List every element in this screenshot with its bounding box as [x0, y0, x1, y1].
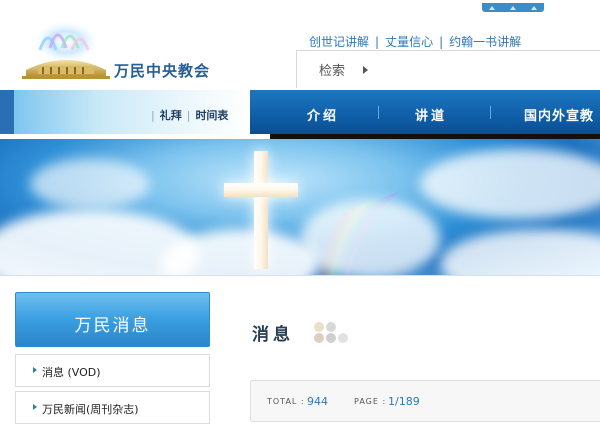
main-nav: | 礼拜 | 时间表 介绍 讲道 国内外宣教: [0, 90, 600, 134]
nav-sub-separator: |: [151, 109, 155, 122]
link-separator: |: [439, 35, 444, 49]
title-dots-decoration: [312, 320, 352, 344]
tab-arrow-icon[interactable]: [489, 5, 496, 10]
chevron-right-icon: [33, 404, 37, 410]
cross-icon: [224, 183, 298, 197]
top-tab-strip[interactable]: [482, 3, 544, 12]
search-box[interactable]: 检索: [296, 50, 600, 88]
total-count: 944: [307, 395, 328, 408]
search-arrow-icon[interactable]: [363, 66, 368, 74]
top-link-measure-faith[interactable]: 丈量信心: [385, 35, 433, 49]
tab-arrow-icon[interactable]: [530, 5, 537, 10]
banner-divider: [0, 275, 600, 276]
hero-banner: [0, 139, 600, 275]
nav-divider: [378, 106, 379, 119]
cross-icon: [254, 151, 268, 269]
sidebar-title-text: 万民消息: [74, 316, 151, 336]
page-label: PAGE :: [354, 397, 387, 406]
nav-sub-schedule[interactable]: 时间表: [195, 109, 228, 122]
sidebar-item-news[interactable]: 万民新闻(周刊杂志): [15, 391, 210, 424]
nav-divider: [490, 106, 491, 119]
top-link-1john[interactable]: 约翰一书讲解: [449, 35, 521, 49]
church-logo-icon: [22, 20, 110, 79]
nav-sub-links: | 礼拜 | 时间表: [146, 107, 228, 123]
top-links: 创世记讲解 | 丈量信心 | 约翰一书讲解: [309, 33, 521, 50]
search-label[interactable]: 检索: [319, 60, 345, 79]
top-link-genesis[interactable]: 创世记讲解: [309, 35, 369, 49]
nav-sub-separator: |: [186, 109, 191, 122]
tab-arrow-icon[interactable]: [509, 5, 516, 10]
link-separator: |: [375, 35, 380, 49]
church-name: 万民中央教会: [114, 62, 211, 80]
cloud: [300, 199, 440, 275]
sidebar-title: 万民消息: [15, 292, 210, 347]
total-label: TOTAL :: [267, 397, 305, 406]
list-summary-bar: TOTAL : 944 PAGE : 1/189: [250, 380, 600, 422]
chevron-right-icon: [33, 367, 37, 373]
nav-item-sermon[interactable]: 讲道: [415, 105, 447, 124]
page-title: 消息: [252, 325, 294, 345]
sidebar-item-vod[interactable]: 消息 (VOD): [15, 354, 210, 387]
logo[interactable]: 万民中央教会: [14, 20, 234, 82]
nav-sub-worship[interactable]: 礼拜: [160, 109, 182, 122]
sidebar-item-label: 消息 (VOD): [42, 366, 101, 379]
page-indicator: 1/189: [388, 395, 420, 408]
cloud: [30, 159, 150, 209]
nav-sub-panel: | 礼拜 | 时间表: [0, 90, 250, 134]
nav-item-intro[interactable]: 介绍: [307, 105, 339, 124]
nav-item-missions[interactable]: 国内外宣教: [524, 105, 594, 124]
sidebar-item-label: 万民新闻(周刊杂志): [42, 403, 139, 416]
